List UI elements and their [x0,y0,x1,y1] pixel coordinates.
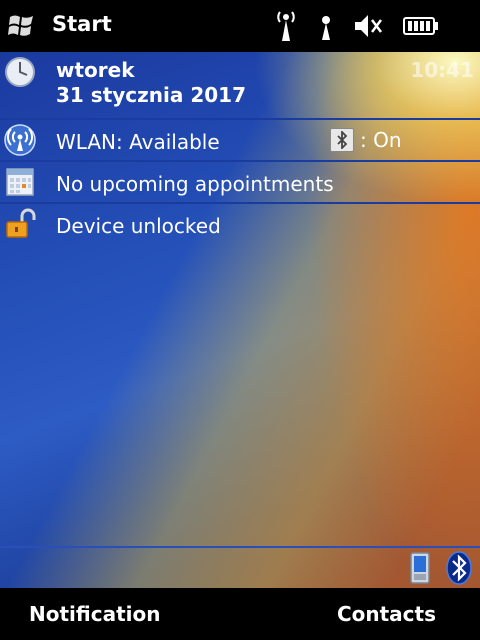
padlock-unlocked-icon [4,208,36,240]
bluetooth-status[interactable]: : On [330,128,402,152]
tray-top-line [0,546,480,548]
day-name: wtorek [56,58,135,82]
device-lock-text: Device unlocked [56,214,221,238]
appointments-text: No upcoming appointments [56,172,334,196]
signal-icon[interactable] [314,8,338,44]
wlan-row[interactable]: WLAN: Available : On [0,120,480,160]
wlan-status: WLAN: Available [56,130,220,154]
wireless-antenna-icon[interactable] [272,8,300,44]
calendar-icon [4,166,36,198]
device-lock-row[interactable]: Device unlocked [0,204,480,244]
wireless-icon [4,124,36,156]
clock-icon [4,56,36,88]
battery-icon[interactable] [402,8,440,44]
contacts-softkey[interactable]: Contacts [337,602,436,626]
pda-icon[interactable] [406,552,434,584]
appointments-row[interactable]: No upcoming appointments [0,162,480,202]
date-time-row[interactable]: wtorek 31 stycznia 2017 10:41 [0,52,480,118]
notification-tray [0,546,480,588]
title-bar: Start [0,0,480,52]
bluetooth-state: : On [360,128,402,152]
bluetooth-icon[interactable] [444,550,474,586]
today-screen: wtorek 31 stycznia 2017 10:41 WLAN: Avai… [0,52,480,588]
speaker-muted-icon[interactable] [352,8,384,44]
softkey-bar: Notification Contacts [0,588,480,640]
bluetooth-small-icon [330,128,354,152]
notification-softkey[interactable]: Notification [29,602,160,626]
start-menu-label[interactable]: Start [52,12,112,36]
time-text: 10:41 [410,58,474,82]
date-text: 31 stycznia 2017 [56,83,247,107]
windows-logo-icon[interactable] [4,8,40,44]
